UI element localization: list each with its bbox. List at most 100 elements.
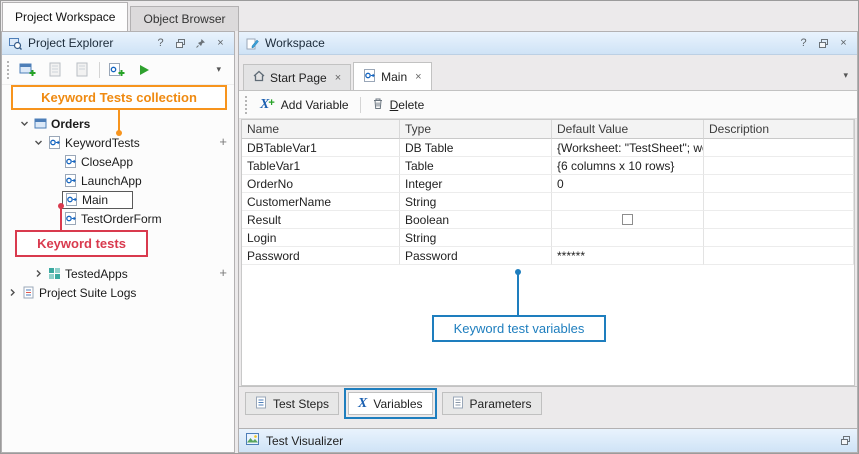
cell-name[interactable]: TableVar1 [242,157,400,175]
cell-default-value[interactable]: ****** [552,247,704,265]
tree-node-launchapp[interactable]: LaunchApp [2,171,234,190]
cell-type[interactable]: String [400,229,552,247]
cell-type[interactable]: DB Table [400,139,552,157]
cell-type[interactable]: Password [400,247,552,265]
cell-default-value[interactable] [552,229,704,247]
tree-label: KeywordTests [65,136,140,150]
selected-tree-item[interactable]: Main [62,191,133,209]
cell-description[interactable] [704,193,854,211]
cell-name[interactable]: DBTableVar1 [242,139,400,157]
cell-default-value[interactable]: 0 [552,175,704,193]
cell-description[interactable] [704,157,854,175]
save-item-icon[interactable] [72,60,92,80]
cell-name[interactable]: Login [242,229,400,247]
tab-start-page[interactable]: Start Page × [243,64,351,90]
tab-parameters[interactable]: Parameters [442,392,542,415]
toolbar-grip[interactable] [7,61,11,79]
keyword-tests-collection-icon [46,136,62,149]
chevron-down-icon[interactable] [30,138,46,147]
tree-label: CloseApp [81,155,133,169]
column-header-type[interactable]: Type [400,120,552,139]
add-keyword-test-icon[interactable] [107,60,127,80]
cell-description[interactable] [704,211,854,229]
cell-name[interactable]: OrderNo [242,175,400,193]
pin-icon[interactable] [193,36,208,51]
callout-blue-dot [515,269,521,275]
cell-name[interactable]: Password [242,247,400,265]
cell-description[interactable] [704,175,854,193]
chevron-right-icon[interactable] [30,269,46,278]
cell-type[interactable]: Integer [400,175,552,193]
add-variable-icon: X+ [260,98,275,112]
cell-default-value[interactable]: {6 columns x 10 rows} [552,157,704,175]
main-tab-bar: Project Workspace Object Browser [1,1,858,31]
tree-node-closeapp[interactable]: CloseApp [2,152,234,171]
table-row[interactable]: Result Boolean [242,211,854,229]
boolean-checkbox[interactable] [622,214,633,225]
float-window-icon[interactable] [173,36,188,51]
help-icon[interactable]: ? [796,36,811,51]
tab-variables[interactable]: X Variables [348,392,432,415]
delete-button[interactable]: Delete [365,94,432,116]
workspace-panel: Workspace ? × Start Page × Main × ▾ X [238,31,858,453]
add-child-button[interactable]: + [219,135,227,149]
cell-name[interactable]: CustomerName [242,193,400,211]
cell-default-value[interactable]: {Worksheet: "TestSheet"; work [552,139,704,157]
tree-label: Main [82,193,108,207]
chevron-right-icon[interactable] [4,288,20,297]
column-header-name[interactable]: Name [242,120,400,139]
table-row[interactable]: CustomerName String [242,193,854,211]
callout-red-connector [60,207,62,230]
cell-type[interactable]: Boolean [400,211,552,229]
cell-description[interactable] [704,229,854,247]
close-icon[interactable]: × [335,72,341,84]
tab-main[interactable]: Main × [353,62,431,90]
table-row[interactable]: Login String [242,229,854,247]
test-visualizer-bar[interactable]: Test Visualizer [239,428,857,452]
tab-label: Start Page [270,71,327,85]
column-header-default-value[interactable]: Default Value [552,120,704,139]
table-row[interactable]: Password Password ****** [242,247,854,265]
panel-title: Workspace [265,36,791,50]
table-row[interactable]: TableVar1 Table {6 columns x 10 rows} [242,157,854,175]
cell-name[interactable]: Result [242,211,400,229]
chevron-down-icon[interactable] [16,119,32,128]
editor-bottom-tabs: Test Steps X Variables Parameters [239,386,857,420]
close-icon[interactable]: × [213,36,228,51]
callout-keyword-test-variables: Keyword test variables [432,315,606,342]
tab-object-browser[interactable]: Object Browser [130,6,238,31]
help-icon[interactable]: ? [153,36,168,51]
close-icon[interactable]: × [415,71,421,83]
tree-node-project-suite-logs[interactable]: Project Suite Logs [2,283,234,302]
column-header-description[interactable]: Description [704,120,854,139]
toolbar-separator [360,97,361,113]
float-window-icon[interactable] [816,36,831,51]
dock-icon[interactable] [841,434,850,448]
close-icon[interactable]: × [836,36,851,51]
cell-default-value[interactable] [552,211,704,229]
open-item-icon[interactable] [45,60,65,80]
table-row[interactable]: DBTableVar1 DB Table {Worksheet: "TestSh… [242,139,854,157]
tab-project-workspace[interactable]: Project Workspace [2,2,128,31]
cell-description[interactable] [704,247,854,265]
add-child-button[interactable]: + [219,266,227,280]
tab-list-dropdown-icon[interactable]: ▾ [843,70,848,81]
tree-label: TestedApps [65,267,128,281]
variables-toolbar: X+ Add Variable Delete [239,91,857,119]
project-tree: Orders KeywordTests + CloseApp LaunchApp [2,114,234,302]
tree-node-main[interactable]: Main [2,190,234,209]
table-row[interactable]: OrderNo Integer 0 [242,175,854,193]
add-variable-button[interactable]: X+ Add Variable [253,95,356,115]
add-new-item-icon[interactable] [18,60,38,80]
cell-description[interactable] [704,139,854,157]
run-test-icon[interactable] [134,60,154,80]
cell-default-value[interactable] [552,193,704,211]
cell-type[interactable]: String [400,193,552,211]
toolbar-overflow-dropdown[interactable]: ▾ [216,64,221,75]
tree-node-testorderform[interactable]: TestOrderForm [2,209,234,228]
toolbar-grip[interactable] [245,96,249,114]
grid-header-row: Name Type Default Value Description [242,120,854,139]
tree-node-testedapps[interactable]: TestedApps + [2,264,234,283]
cell-type[interactable]: Table [400,157,552,175]
tab-test-steps[interactable]: Test Steps [245,392,339,415]
